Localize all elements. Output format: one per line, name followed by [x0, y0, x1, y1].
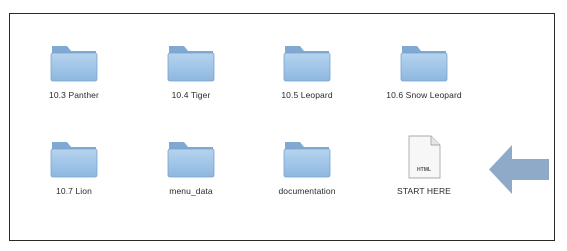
folder-10-5-leopard[interactable]: 10.5 Leopard	[257, 38, 357, 100]
folder-label: menu_data	[169, 186, 213, 196]
folder-icon	[167, 142, 215, 178]
folder-label: 10.4 Tiger	[171, 90, 211, 100]
folder-icon	[283, 142, 331, 178]
folder-icon	[283, 46, 331, 82]
folder-icon	[400, 46, 448, 82]
file-label: START HERE	[397, 186, 451, 196]
html-document-icon: HTML	[408, 135, 441, 179]
folder-label: 10.5 Leopard	[281, 90, 333, 100]
file-start-here[interactable]: HTML START HERE	[374, 134, 474, 196]
folder-label: 10.3 Panther	[49, 90, 99, 100]
folder-10-3-panther[interactable]: 10.3 Panther	[24, 38, 124, 100]
html-badge: HTML	[417, 167, 431, 173]
finder-window: 10.3 Panther 10.4 Tiger 10.5 Leopard 10.…	[9, 13, 555, 241]
folder-10-6-snow-leopard[interactable]: 10.6 Snow Leopard	[374, 38, 474, 100]
arrow-left-icon	[489, 145, 549, 194]
folder-icon	[167, 46, 215, 82]
folder-menu-data[interactable]: menu_data	[141, 134, 241, 196]
folder-10-7-lion[interactable]: 10.7 Lion	[24, 134, 124, 196]
folder-documentation[interactable]: documentation	[257, 134, 357, 196]
folder-label: 10.6 Snow Leopard	[386, 90, 462, 100]
folder-icon	[50, 142, 98, 178]
folder-icon	[50, 46, 98, 82]
folder-label: 10.7 Lion	[56, 186, 92, 196]
folder-label: documentation	[278, 186, 336, 196]
folder-10-4-tiger[interactable]: 10.4 Tiger	[141, 38, 241, 100]
